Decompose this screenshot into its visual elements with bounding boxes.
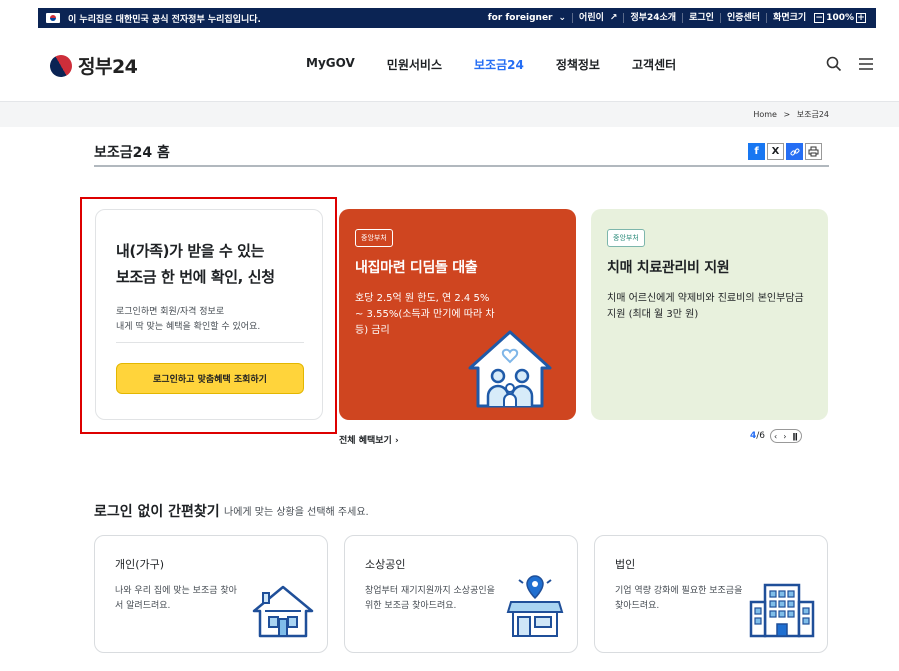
main-nav: MyGOV 민원서비스 보조금24 정책정보 고객센터 (306, 56, 676, 73)
breadcrumb-home[interactable]: Home (753, 110, 777, 119)
about-link[interactable]: 정부24소개 (623, 13, 682, 23)
all-benefits-link[interactable]: 전체 혜택보기 › (339, 433, 399, 446)
chevron-down-icon: ⌄ (558, 13, 567, 23)
quick-card-small-business[interactable]: 소상공인 창업부터 재기지원까지 소상공인을 위한 보조금 찾아드려요. (344, 535, 578, 653)
quick-card-desc: 기업 역량 강화에 필요한 보조금을 찾아드려요. (615, 586, 743, 611)
copy-link-icon[interactable] (786, 143, 803, 160)
benefit-slide-housing-loan[interactable]: 중앙부처 내집마련 디딤돌 대출 호당 2.5억 원 한도, 연 2.4 5% … (339, 209, 576, 420)
office-building-icon (749, 583, 815, 638)
site-header: 정부24 MyGOV 민원서비스 보조금24 정책정보 고객센터 (38, 28, 876, 101)
cert-center-link[interactable]: 인증센터 (719, 13, 766, 23)
quick-search-subtitle: 나에게 맞는 상황을 선택해 주세요. (224, 507, 369, 518)
quick-search-title: 로그인 없이 간편찾기 (94, 504, 220, 520)
foreigner-link[interactable]: for foreigner (482, 13, 559, 23)
zoom-out-button[interactable]: − (814, 13, 825, 23)
quick-card-desc: 나와 우리 집에 맞는 보조금 찾아서 알려드려요. (115, 586, 237, 611)
nav-mygov[interactable]: MyGOV (306, 56, 355, 73)
login-card-description: 로그인하면 회원/자격 정보로 내게 딱 맞는 혜택을 확인할 수 있어요. (116, 305, 260, 335)
login-benefit-button[interactable]: 로그인하고 맞춤혜택 조회하기 (116, 363, 304, 394)
page-title: 보조금24 홈 (94, 145, 170, 161)
slide-title: 치매 치료관리비 지원 (607, 260, 730, 276)
benefit-slide-dementia-support[interactable]: 중앙부처 치매 치료관리비 지원 치매 어르신에게 약제비와 진료비의 본인부담… (591, 209, 828, 420)
card-divider (116, 342, 304, 343)
site-logo[interactable]: 정부24 (45, 50, 138, 81)
pause-icon[interactable]: ǁ (792, 432, 797, 441)
category-tag: 중앙부처 (355, 229, 393, 247)
quick-card-title: 소상공인 (365, 558, 406, 571)
kids-link[interactable]: 어린이 (572, 13, 610, 23)
x-share-icon[interactable]: X (767, 143, 784, 160)
desc-line-1: 로그인하면 회원/자격 정보로 (116, 307, 225, 317)
headline-line-1: 내(가족)가 받을 수 있는 (116, 242, 264, 260)
nav-civil-service[interactable]: 민원서비스 (387, 56, 442, 73)
print-icon[interactable] (805, 143, 822, 160)
nav-policy[interactable]: 정책정보 (556, 56, 600, 73)
family-house-icon (468, 330, 552, 408)
quick-card-corporation[interactable]: 법인 기업 역량 강화에 필요한 보조금을 찾아드려요. (594, 535, 828, 653)
storefront-icon (506, 575, 564, 637)
logo-text: 정부24 (78, 56, 138, 78)
login-card-headline: 내(가족)가 받을 수 있는 보조금 한 번에 확인, 신청 (116, 238, 275, 290)
facebook-share-icon[interactable]: f (748, 143, 765, 160)
breadcrumb: Home > 보조금24 (753, 109, 829, 120)
quick-card-desc: 창업부터 재기지원까지 소상공인을 위한 보조금 찾아드려요. (365, 586, 495, 611)
header-tools (826, 56, 874, 72)
total-slides: /6 (756, 431, 766, 441)
slide-description: 치매 어르신에게 약제비와 진료비의 본인부담금 지원 (최대 월 3만 원) (607, 293, 804, 320)
korea-flag-icon (46, 13, 60, 23)
title-divider (94, 165, 829, 167)
quick-card-individual[interactable]: 개인(가구) 나와 우리 집에 맞는 보조금 찾아서 알려드려요. (94, 535, 328, 653)
breadcrumb-bar: Home > 보조금24 (0, 101, 899, 127)
carousel-pager: 4/6 ‹ › ǁ (750, 429, 802, 443)
zoom-in-button[interactable]: + (856, 13, 866, 23)
prev-slide-icon[interactable]: ‹ (774, 432, 777, 441)
quick-card-title: 개인(가구) (115, 558, 165, 571)
nav-subsidy24[interactable]: 보조금24 (474, 56, 524, 73)
carousel-controls: ‹ › ǁ (770, 429, 802, 443)
nav-customer-center[interactable]: 고객센터 (632, 56, 676, 73)
gov-banner: 이 누리집은 대한민국 공식 전자정부 누리집입니다. for foreigne… (38, 8, 876, 28)
next-slide-icon[interactable]: › (783, 432, 786, 441)
taegeuk-logo-icon (45, 50, 77, 81)
headline-line-2: 보조금 한 번에 확인, 신청 (116, 268, 275, 286)
desc-line-2: 내게 딱 맞는 혜택을 확인할 수 있어요. (116, 322, 261, 332)
breadcrumb-separator: > (783, 110, 791, 119)
quick-card-title: 법인 (615, 558, 636, 571)
zoom-level: 100% (826, 13, 854, 23)
share-tools: f X (748, 143, 822, 160)
house-icon (252, 585, 314, 638)
category-tag: 중앙부처 (607, 229, 645, 247)
zoom-label: 화면크기 (766, 13, 812, 23)
hamburger-menu-icon[interactable] (858, 56, 874, 72)
search-icon[interactable] (826, 56, 842, 72)
login-link[interactable]: 로그인 (682, 13, 720, 23)
slide-title: 내집마련 디딤돌 대출 (355, 260, 478, 276)
login-benefit-card: 내(가족)가 받을 수 있는 보조금 한 번에 확인, 신청 로그인하면 회원/… (95, 209, 323, 420)
gov-notice: 이 누리집은 대한민국 공식 전자정부 누리집입니다. (68, 14, 261, 25)
breadcrumb-current: 보조금24 (796, 110, 829, 119)
utility-links: for foreigner ⌄ 어린이 ↗ 정부24소개 로그인 인증센터 화면… (482, 13, 868, 23)
external-link-icon: ↗ (609, 13, 618, 23)
